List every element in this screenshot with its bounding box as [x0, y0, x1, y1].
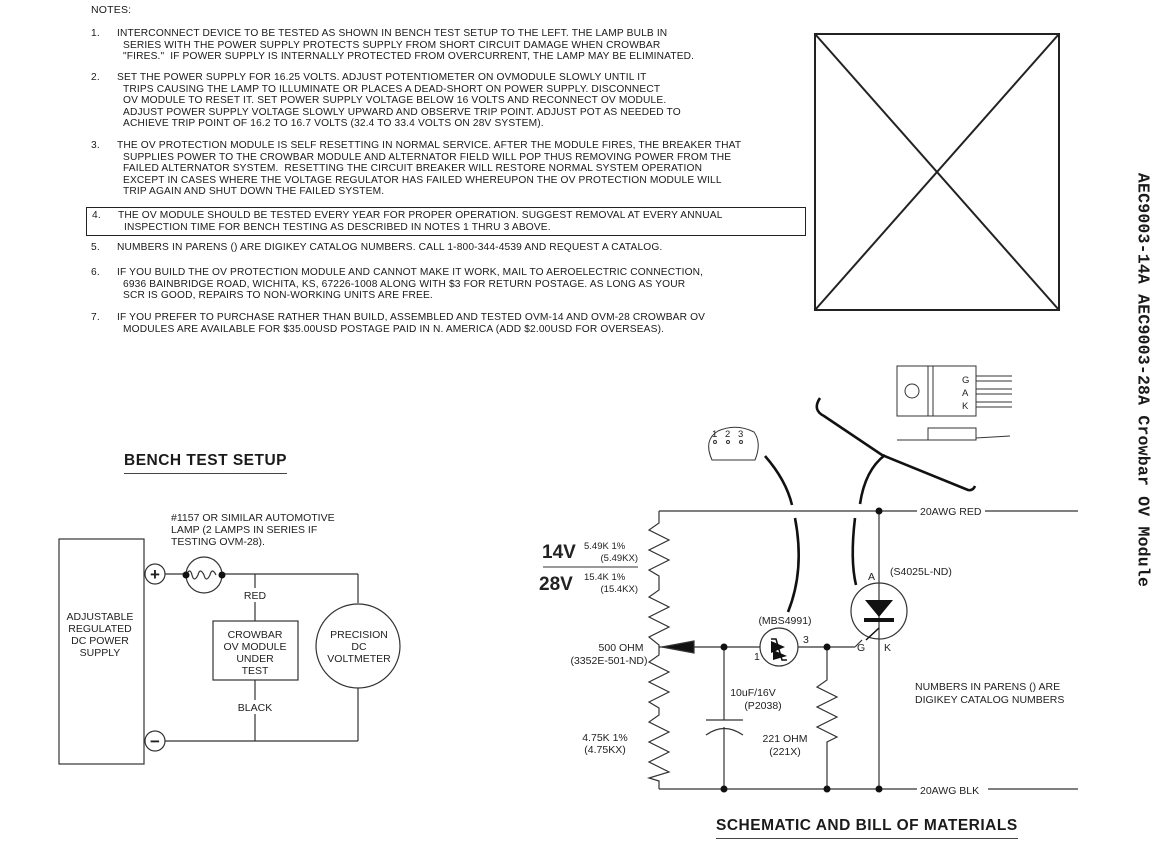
scr-partno: (S4025L-ND) — [890, 566, 952, 578]
power-supply-label: DC POWER — [71, 635, 129, 647]
power-supply-label: ADJUSTABLE — [67, 611, 134, 623]
pin-number: 3 — [738, 429, 743, 440]
wire-blk-label: 20AWG BLK — [920, 785, 979, 797]
scr-bar — [864, 618, 894, 622]
wiper-arrow-icon — [661, 640, 695, 654]
junction-dot — [875, 785, 883, 793]
resistor-221 — [815, 647, 839, 789]
module-label: OV MODULE — [223, 641, 286, 653]
plus-sign: + — [150, 565, 160, 584]
junction-dot — [182, 571, 190, 579]
to220-pin-label: K — [962, 401, 969, 412]
junction-dot — [823, 643, 831, 651]
leader-curve — [815, 397, 977, 492]
black-lead-label: BLACK — [238, 702, 272, 714]
lamp-note: #1157 OR SIMILAR AUTOMOTIVE — [171, 512, 335, 524]
power-supply-label: SUPPLY — [80, 647, 121, 659]
junction-dot — [218, 571, 226, 579]
v28-label: 28V — [539, 574, 573, 595]
divider-resistor-chain — [646, 511, 671, 789]
leader-curve — [851, 517, 858, 586]
leader-curve — [764, 455, 794, 506]
r28-partno: (15.4KX) — [601, 584, 639, 595]
r14-value: 5.49K 1% — [584, 541, 626, 552]
red-lead-label: RED — [244, 590, 267, 602]
junction-dot — [720, 785, 728, 793]
voltmeter-label: DC — [351, 641, 367, 653]
junction-dot — [720, 643, 728, 651]
r28-value: 15.4K 1% — [584, 572, 626, 583]
r221-value: 221 OHM — [763, 733, 808, 745]
junction-dot — [823, 785, 831, 793]
scr-diode-icon — [865, 600, 893, 617]
drawing-canvas: #1157 OR SIMILAR AUTOMOTIVE LAMP (2 LAMP… — [58, 33, 1078, 797]
scr-cathode-label: K — [884, 642, 891, 654]
junction-dot — [875, 507, 883, 515]
trigger-partno: (MBS4991) — [758, 615, 811, 627]
pin-hole — [739, 440, 743, 444]
v14-label: 14V — [542, 542, 576, 563]
parens-note: NUMBERS IN PARENS () ARE — [915, 681, 1060, 693]
lamp-filament — [185, 570, 217, 580]
pin-number: 1 — [712, 429, 717, 440]
r221-partno: (221X) — [769, 746, 801, 758]
voltmeter-label: PRECISION — [330, 629, 388, 641]
module-label: TEST — [242, 665, 269, 677]
scr-anode-label: A — [868, 571, 875, 583]
trigger-pin-1: 1 — [754, 651, 760, 663]
labels: #1157 OR SIMILAR AUTOMOTIVE LAMP (2 LAMP… — [67, 375, 1065, 797]
leader-curve — [858, 453, 886, 505]
wire-red-label: 20AWG RED — [920, 506, 982, 518]
pot-value: 500 OHM — [599, 642, 644, 654]
minus-sign: − — [150, 732, 160, 751]
lamp-note: TESTING OVM-28). — [171, 536, 265, 548]
cap-value: 10uF/16V — [730, 687, 776, 699]
pin-number: 2 — [725, 429, 730, 440]
pin-hole — [713, 440, 717, 444]
image-placeholder — [814, 33, 1060, 311]
module-label: UNDER — [236, 653, 274, 665]
pin-hole — [726, 440, 730, 444]
scr-gate-label: G — [857, 642, 865, 654]
to220-pin-label: G — [962, 375, 969, 386]
mounting-hole — [904, 383, 920, 399]
trigger-pin-3: 3 — [803, 634, 809, 646]
parens-note: DIGIKEY CATALOG NUMBERS — [915, 694, 1064, 706]
r-bottom-value: 4.75K 1% — [582, 732, 628, 744]
module-label: CROWBAR — [228, 629, 283, 641]
lamp-note: LAMP (2 LAMPS IN SERIES IF — [171, 524, 317, 536]
power-supply-label: REGULATED — [68, 623, 132, 635]
r14-partno: (5.49KX) — [601, 553, 639, 564]
r-bottom-partno: (4.75KX) — [584, 744, 625, 756]
leader-curve — [786, 517, 800, 613]
voltmeter-label: VOLTMETER — [327, 653, 391, 665]
cap-partno: (P2038) — [744, 700, 781, 712]
to220-pin-label: A — [962, 388, 969, 399]
pot-partno: (3352E-501-ND) — [570, 655, 647, 667]
to220-side-view — [897, 427, 1011, 441]
